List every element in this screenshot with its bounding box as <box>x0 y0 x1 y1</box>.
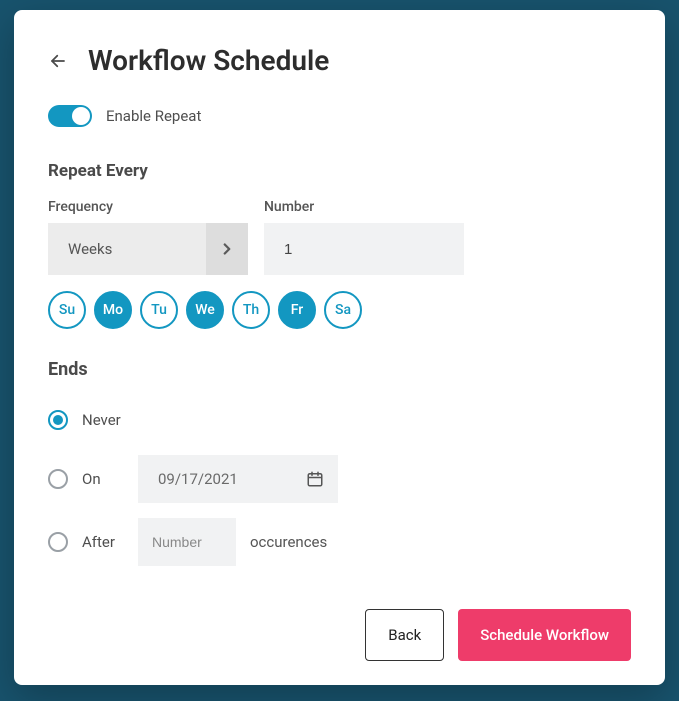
ends-on-radio[interactable] <box>48 469 68 489</box>
day-label: Fr <box>291 302 303 318</box>
toggle-knob <box>72 107 90 125</box>
modal-footer: Back Schedule Workflow <box>48 589 631 661</box>
number-label: Number <box>264 199 464 215</box>
schedule-workflow-label: Schedule Workflow <box>480 626 609 644</box>
back-button[interactable]: Back <box>365 609 444 661</box>
repeat-every-heading: Repeat Every <box>48 161 631 181</box>
ends-after-radio[interactable] <box>48 532 68 552</box>
chevron-right-icon <box>206 223 248 275</box>
occurrences-input[interactable] <box>138 518 236 566</box>
day-mo[interactable]: Mo <box>94 291 132 329</box>
day-label: Su <box>59 302 75 318</box>
modal-title: Workflow Schedule <box>88 44 329 77</box>
day-tu[interactable]: Tu <box>140 291 178 329</box>
day-su[interactable]: Su <box>48 291 86 329</box>
day-sa[interactable]: Sa <box>324 291 362 329</box>
ends-on-label: On <box>82 470 124 488</box>
back-arrow-icon[interactable] <box>48 51 68 71</box>
number-input[interactable] <box>264 223 464 275</box>
modal-header: Workflow Schedule <box>48 44 631 77</box>
calendar-icon <box>306 470 324 488</box>
frequency-label: Frequency <box>48 199 248 215</box>
enable-repeat-label: Enable Repeat <box>106 107 201 125</box>
workflow-schedule-modal: Workflow Schedule Enable Repeat Repeat E… <box>14 10 665 685</box>
frequency-select[interactable]: Weeks <box>48 223 248 275</box>
day-fr[interactable]: Fr <box>278 291 316 329</box>
occurrences-suffix: occurences <box>250 533 327 551</box>
number-field: Number <box>264 199 464 275</box>
back-button-label: Back <box>388 626 421 644</box>
ends-never-row: Never <box>48 408 631 432</box>
frequency-value: Weeks <box>68 240 112 258</box>
frequency-field: Frequency Weeks <box>48 199 248 275</box>
ends-heading: Ends <box>48 359 631 380</box>
day-label: We <box>195 302 215 318</box>
ends-on-row: On 09/17/2021 <box>48 464 631 495</box>
end-date-value: 09/17/2021 <box>158 470 238 488</box>
schedule-workflow-button[interactable]: Schedule Workflow <box>458 609 631 661</box>
repeat-inputs-row: Frequency Weeks Number <box>48 199 631 275</box>
day-label: Mo <box>103 302 123 318</box>
day-label: Tu <box>151 302 167 318</box>
enable-repeat-toggle[interactable] <box>48 105 92 127</box>
day-th[interactable]: Th <box>232 291 270 329</box>
day-we[interactable]: We <box>186 291 224 329</box>
enable-repeat-row: Enable Repeat <box>48 105 631 127</box>
ends-after-row: After occurences <box>48 527 631 558</box>
weekday-selector: Su Mo Tu We Th Fr Sa <box>48 291 631 329</box>
ends-never-radio[interactable] <box>48 410 68 430</box>
ends-never-label: Never <box>82 411 124 429</box>
end-date-input[interactable]: 09/17/2021 <box>138 455 338 503</box>
day-label: Sa <box>335 302 351 318</box>
day-label: Th <box>243 302 259 318</box>
ends-after-label: After <box>82 533 124 551</box>
